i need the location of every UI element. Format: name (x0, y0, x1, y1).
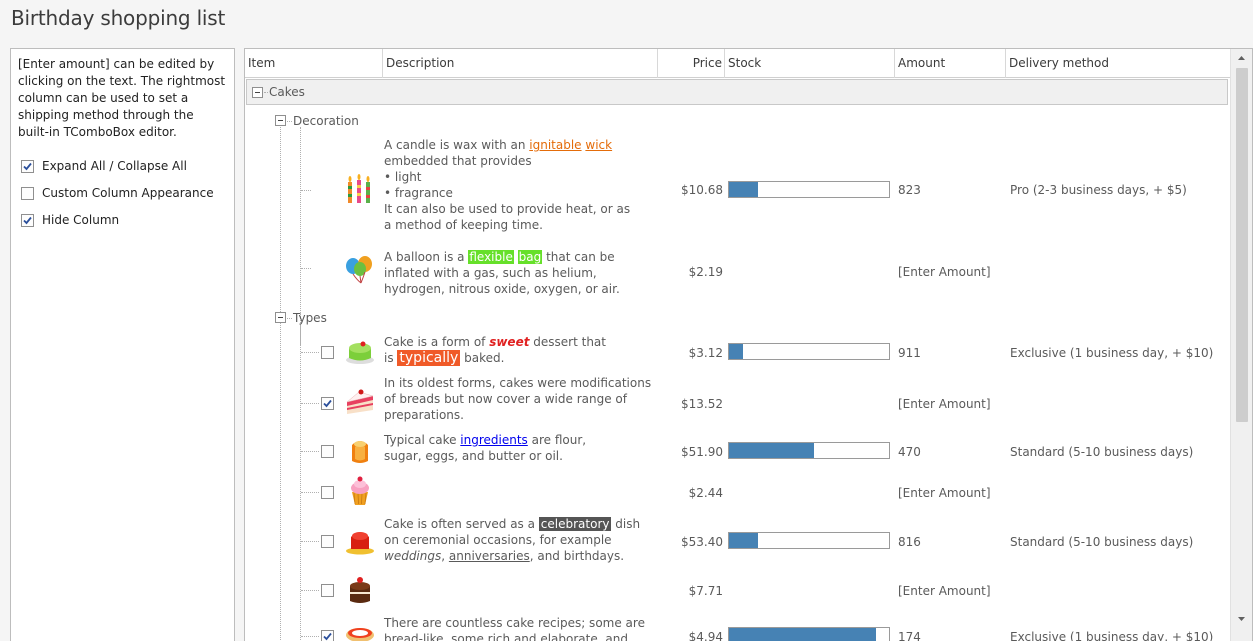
expand-all-checkbox[interactable] (21, 159, 34, 173)
candles-icon (348, 174, 370, 203)
price-cell: $10.68 (681, 183, 723, 197)
vertical-scrollbar[interactable] (1230, 49, 1252, 641)
amount-cell[interactable]: 470 (898, 445, 921, 459)
stock-bar (728, 532, 890, 549)
hide-column-label: Hide Column (42, 213, 120, 227)
stock-fill (729, 533, 758, 548)
stock-fill (729, 443, 814, 458)
custom-column-checkbox[interactable] (21, 186, 34, 200)
description-cell: In its oldest forms, cakes were modifica… (384, 376, 652, 422)
expand-collapse-option[interactable]: Expand All / Collapse All (21, 157, 187, 175)
row-checkbox[interactable] (321, 346, 334, 359)
green-cake-icon (346, 341, 374, 364)
pie-icon (346, 628, 374, 641)
cupcake-icon (351, 476, 369, 505)
row-checkbox[interactable] (321, 630, 334, 641)
column-header-item[interactable]: Item (245, 49, 383, 78)
description-cell: A balloon is a flexible bag that can be … (384, 250, 620, 296)
collapse-icon[interactable] (275, 115, 286, 126)
shopping-grid[interactable]: Item Description Price Stock Amount Deli… (244, 48, 1253, 641)
stock-bar (728, 627, 890, 641)
description-link[interactable]: wick (585, 138, 612, 152)
hide-column-checkbox[interactable] (21, 213, 34, 227)
description-link[interactable]: ignitable (529, 138, 581, 152)
stock-fill (729, 182, 758, 197)
amount-cell[interactable]: [Enter Amount] (898, 397, 991, 411)
stock-bar (728, 442, 890, 459)
collapse-icon[interactable] (252, 87, 263, 98)
row-checkbox[interactable] (321, 535, 334, 548)
column-header-description[interactable]: Description (383, 49, 658, 78)
amount-cell[interactable]: 911 (898, 346, 921, 360)
description-cell: There are countless cake recipes; some a… (384, 616, 645, 641)
red-dessert-icon (346, 532, 374, 555)
row-checkbox[interactable] (321, 584, 334, 597)
amount-cell[interactable]: 174 (898, 630, 921, 641)
options-panel: [Enter amount] can be edited by clicking… (10, 48, 235, 641)
delivery-cell[interactable]: Pro (2-3 business days, + $5) (1010, 183, 1187, 197)
chocolate-cake-icon (350, 577, 370, 603)
amount-cell[interactable]: 823 (898, 183, 921, 197)
description-cell: A candle is wax with an ignitable wick e… (384, 137, 664, 233)
price-cell: $53.40 (681, 535, 723, 549)
row-checkbox[interactable] (321, 445, 334, 458)
stock-bar (728, 343, 890, 360)
subgroup-label-types: Types (293, 311, 327, 325)
custom-column-label: Custom Column Appearance (42, 186, 214, 200)
grid-header: Item Description Price Stock Amount Deli… (245, 49, 1230, 78)
balloons-icon (346, 256, 372, 284)
price-cell: $13.52 (681, 397, 723, 411)
delivery-cell[interactable]: Exclusive (1 business day, + $10) (1010, 630, 1213, 641)
subgroup-label-decoration: Decoration (293, 114, 359, 128)
delivery-cell[interactable]: Exclusive (1 business day, + $10) (1010, 346, 1213, 360)
page-title: Birthday shopping list (11, 6, 226, 30)
grid-body: Cakes Decoration A candle is wax with an… (245, 79, 1230, 641)
price-cell: $2.19 (688, 265, 723, 279)
column-header-delivery[interactable]: Delivery method (1006, 49, 1230, 78)
amount-cell[interactable]: [Enter Amount] (898, 265, 991, 279)
custom-column-option[interactable]: Custom Column Appearance (21, 184, 214, 202)
price-cell: $51.90 (681, 445, 723, 459)
description-link[interactable]: ingredients (460, 433, 528, 447)
stock-fill (729, 344, 744, 359)
amount-cell[interactable]: [Enter Amount] (898, 486, 991, 500)
column-header-price[interactable]: Price (658, 49, 725, 78)
collapse-icon[interactable] (275, 312, 286, 323)
delivery-cell[interactable]: Standard (5-10 business days) (1010, 445, 1193, 459)
options-description: [Enter amount] can be edited by clicking… (18, 57, 226, 139)
scroll-down-arrow-icon[interactable] (1231, 610, 1252, 628)
stock-fill (729, 628, 877, 641)
column-header-amount[interactable]: Amount (895, 49, 1006, 78)
amount-cell[interactable]: 816 (898, 535, 921, 549)
description-cell: Typical cake ingredients are flour, suga… (384, 433, 587, 463)
price-cell: $4.94 (688, 630, 723, 641)
scroll-up-arrow-icon[interactable] (1231, 49, 1252, 67)
delivery-cell[interactable]: Standard (5-10 business days) (1010, 535, 1193, 549)
column-header-stock[interactable]: Stock (725, 49, 895, 78)
row-checkbox[interactable] (321, 486, 334, 499)
orange-cake-icon (352, 441, 368, 463)
amount-cell[interactable]: [Enter Amount] (898, 584, 991, 598)
description-cell: Cake is a form of sweet dessert that is … (384, 335, 606, 366)
scroll-thumb[interactable] (1236, 68, 1248, 422)
price-cell: $7.71 (688, 584, 723, 598)
group-row-cakes[interactable]: Cakes (246, 79, 1228, 105)
price-cell: $2.44 (688, 486, 723, 500)
hide-column-option[interactable]: Hide Column (21, 211, 119, 229)
row-checkbox[interactable] (321, 397, 334, 410)
expand-all-label: Expand All / Collapse All (42, 159, 187, 173)
stock-bar (728, 181, 890, 198)
price-cell: $3.12 (688, 346, 723, 360)
group-label: Cakes (269, 85, 305, 99)
cake-slice-icon (346, 389, 374, 414)
description-cell: Cake is often served as a celebratory di… (384, 517, 641, 563)
